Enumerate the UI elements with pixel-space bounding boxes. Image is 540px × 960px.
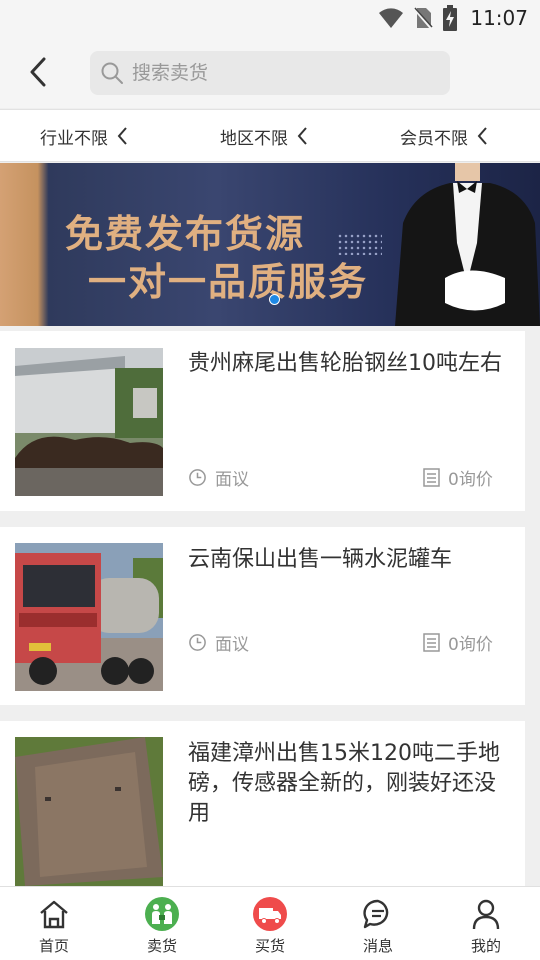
bottom-nav: 首页 卖货 买货 消息 我的	[0, 886, 540, 960]
search-box[interactable]	[90, 51, 450, 95]
butler-illustration	[395, 163, 540, 326]
listing-inquiries: 0询价	[423, 630, 493, 655]
listing-card[interactable]: 福建漳州出售15米120吨二手地磅，传感器全新的，刚装好还没用	[0, 721, 525, 886]
clock-icon	[189, 634, 206, 651]
inquiry-text: 0询价	[448, 470, 493, 490]
nav-messages[interactable]: 消息	[324, 887, 432, 960]
filter-industry[interactable]: 行业不限	[40, 110, 128, 162]
wifi-icon	[379, 8, 404, 28]
listing-card[interactable]: 云南保山出售一辆水泥罐车 面议 0询价	[0, 527, 525, 705]
back-arrow-icon	[30, 57, 46, 87]
listing-price: 面议	[188, 465, 249, 490]
status-bar: 11:07	[0, 0, 540, 36]
search-icon	[101, 62, 123, 84]
chevron-left-icon	[117, 127, 127, 145]
nav-buy[interactable]: 买货	[216, 887, 324, 960]
clock-icon	[189, 469, 206, 486]
price-text: 面议	[215, 470, 249, 490]
listing-title: 云南保山出售一辆水泥罐车	[188, 547, 453, 572]
listing-card[interactable]: 贵州麻尾出售轮胎钢丝10吨左右 面议 0询价	[0, 331, 525, 511]
filter-label: 会员不限	[400, 128, 468, 149]
listing-title: 贵州麻尾出售轮胎钢丝10吨左右	[188, 351, 502, 376]
listing-price: 面议	[188, 630, 249, 655]
nav-profile[interactable]: 我的	[432, 887, 540, 960]
home-icon	[40, 900, 68, 929]
nav-label: 首页	[38, 937, 69, 955]
document-icon	[423, 633, 440, 652]
buy-truck-icon	[253, 897, 287, 931]
banner-headline: 免费发布货源	[65, 212, 306, 256]
filter-bar: 行业不限 地区不限 会员不限	[0, 109, 540, 162]
nav-home[interactable]: 首页	[0, 887, 108, 960]
inquiry-text: 0询价	[448, 635, 493, 655]
search-input[interactable]	[132, 62, 432, 84]
nav-label: 卖货	[146, 937, 177, 955]
status-time: 11:07	[470, 6, 528, 30]
banner-subheadline: 一对一品质服务	[88, 260, 369, 304]
listing-thumbnail	[15, 737, 163, 886]
chevron-left-icon	[297, 127, 307, 145]
listing-inquiries: 0询价	[423, 465, 493, 490]
price-text: 面议	[215, 635, 249, 655]
document-icon	[423, 468, 440, 487]
back-button[interactable]	[20, 54, 56, 90]
sell-icon	[145, 897, 179, 931]
carousel-indicator-dot[interactable]	[269, 294, 280, 305]
nav-label: 买货	[254, 937, 285, 955]
listing-title: 福建漳州出售15米120吨二手地磅，传感器全新的，刚装好还没用	[188, 741, 500, 826]
chevron-left-icon	[477, 127, 487, 145]
profile-icon	[472, 899, 500, 930]
nav-label: 我的	[470, 937, 501, 955]
message-icon	[363, 899, 389, 929]
filter-membership[interactable]: 会员不限	[400, 110, 488, 162]
filter-label: 行业不限	[40, 128, 108, 149]
nav-label: 消息	[362, 937, 393, 955]
listing-thumbnail	[15, 348, 163, 496]
listing-thumbnail	[15, 543, 163, 691]
battery-charging-icon	[443, 5, 458, 31]
no-sim-icon	[413, 7, 434, 30]
top-bar	[0, 36, 540, 108]
nav-sell[interactable]: 卖货	[108, 887, 216, 960]
filter-region[interactable]: 地区不限	[220, 110, 308, 162]
filter-label: 地区不限	[220, 128, 288, 149]
